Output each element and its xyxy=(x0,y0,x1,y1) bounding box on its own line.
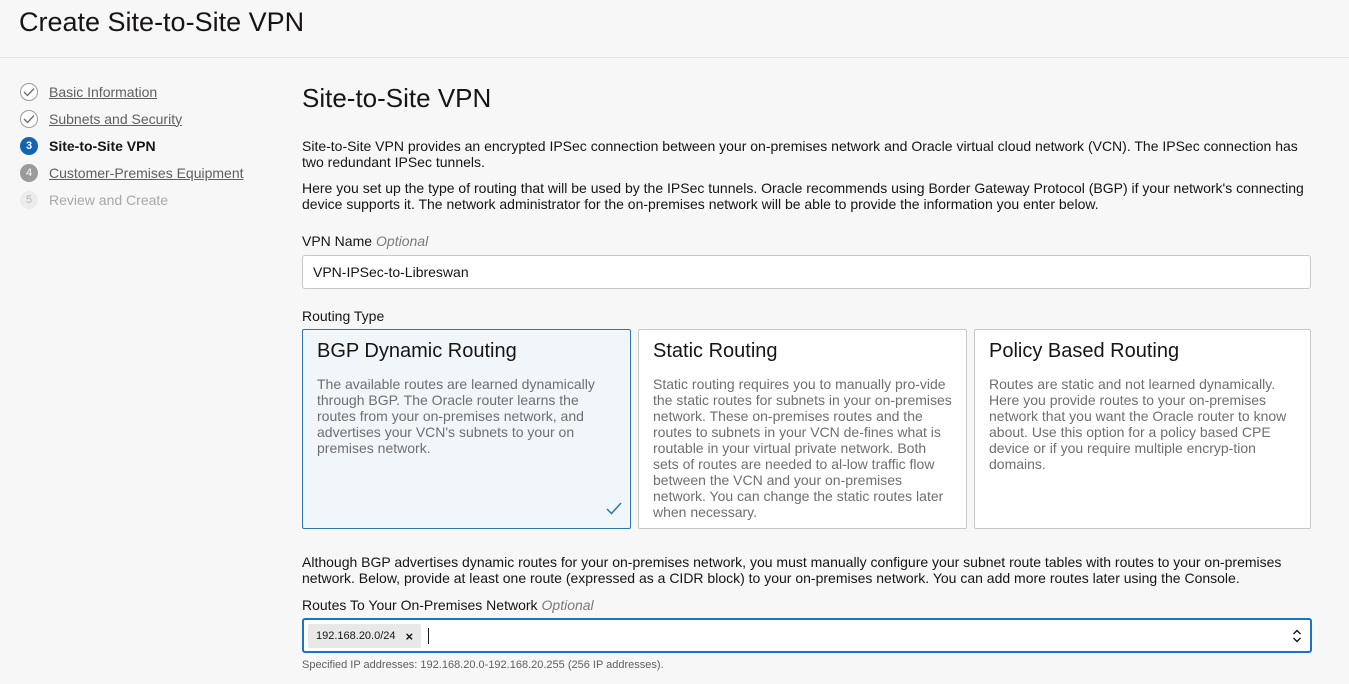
route-chip-label: 192.168.20.0/24 xyxy=(316,630,396,642)
routing-option-policy-based[interactable]: Policy Based Routing Routes are static a… xyxy=(974,329,1311,529)
step-number-badge: 3 xyxy=(20,136,38,155)
step-basic-information[interactable]: Basic Information xyxy=(20,78,244,105)
routing-option-bgp[interactable]: BGP Dynamic Routing The available routes… xyxy=(302,329,631,529)
text-cursor xyxy=(428,628,429,644)
routing-intro-paragraph: Here you set up the type of routing that… xyxy=(302,180,1304,212)
page-title: Create Site-to-Site VPN xyxy=(19,7,305,37)
routing-option-title: BGP Dynamic Routing xyxy=(317,340,517,362)
routes-hint: Specified IP addresses: 192.168.20.0-192… xyxy=(302,659,664,671)
routing-option-description: Routes are static and not learned dynami… xyxy=(989,376,1287,472)
step-label[interactable]: Basic Information xyxy=(49,84,157,100)
optional-tag: Optional xyxy=(376,233,429,249)
step-label: Review and Create xyxy=(49,191,169,208)
checkmark-circle-icon xyxy=(20,82,38,101)
step-label: Site-to-Site VPN xyxy=(49,137,156,154)
checkmark-icon xyxy=(606,502,622,520)
vpn-name-label: VPN Name Optional xyxy=(302,233,428,249)
routing-option-static[interactable]: Static Routing Static routing requires y… xyxy=(638,329,967,529)
step-subnets-and-security[interactable]: Subnets and Security xyxy=(20,105,244,132)
routing-option-title: Policy Based Routing xyxy=(989,340,1180,362)
step-review-and-create: 5 Review and Create xyxy=(20,186,244,213)
wizard-steps: Basic Information Subnets and Security 3… xyxy=(20,78,244,213)
checkmark-circle-icon xyxy=(20,109,38,128)
page-header: Create Site-to-Site VPN xyxy=(0,0,1349,58)
routes-label-text: Routes To Your On-Premises Network xyxy=(302,597,538,613)
step-customer-premises-equipment[interactable]: 4 Customer-Premises Equipment xyxy=(20,159,244,186)
intro-paragraph: Site-to-Site VPN provides an encrypted I… xyxy=(302,138,1298,170)
step-site-to-site-vpn: 3 Site-to-Site VPN xyxy=(20,132,244,159)
step-number-badge: 5 xyxy=(20,190,38,209)
up-down-chevron-icon[interactable] xyxy=(1292,628,1302,649)
step-label[interactable]: Subnets and Security xyxy=(49,111,182,127)
vpn-name-input[interactable]: VPN-IPSec-to-Libreswan xyxy=(302,255,1311,289)
step-number-badge: 4 xyxy=(20,163,38,182)
vpn-name-label-text: VPN Name xyxy=(302,233,373,249)
routing-option-description: The available routes are learned dynamic… xyxy=(317,376,595,456)
route-chip: 192.168.20.0/24 × xyxy=(308,624,422,648)
routes-label: Routes To Your On-Premises Network Option… xyxy=(302,597,594,613)
routing-type-label: Routing Type xyxy=(302,308,385,324)
bgp-routes-note: Although BGP advertises dynamic routes f… xyxy=(302,554,1282,586)
routing-option-description: Static routing requires you to manually … xyxy=(653,376,952,520)
section-title: Site-to-Site VPN xyxy=(302,83,492,113)
optional-tag: Optional xyxy=(541,597,594,613)
routing-option-title: Static Routing xyxy=(653,340,778,362)
remove-chip-icon[interactable]: × xyxy=(406,629,414,644)
step-label[interactable]: Customer-Premises Equipment xyxy=(49,165,244,181)
routes-combobox[interactable]: 192.168.20.0/24 × xyxy=(302,618,1312,653)
